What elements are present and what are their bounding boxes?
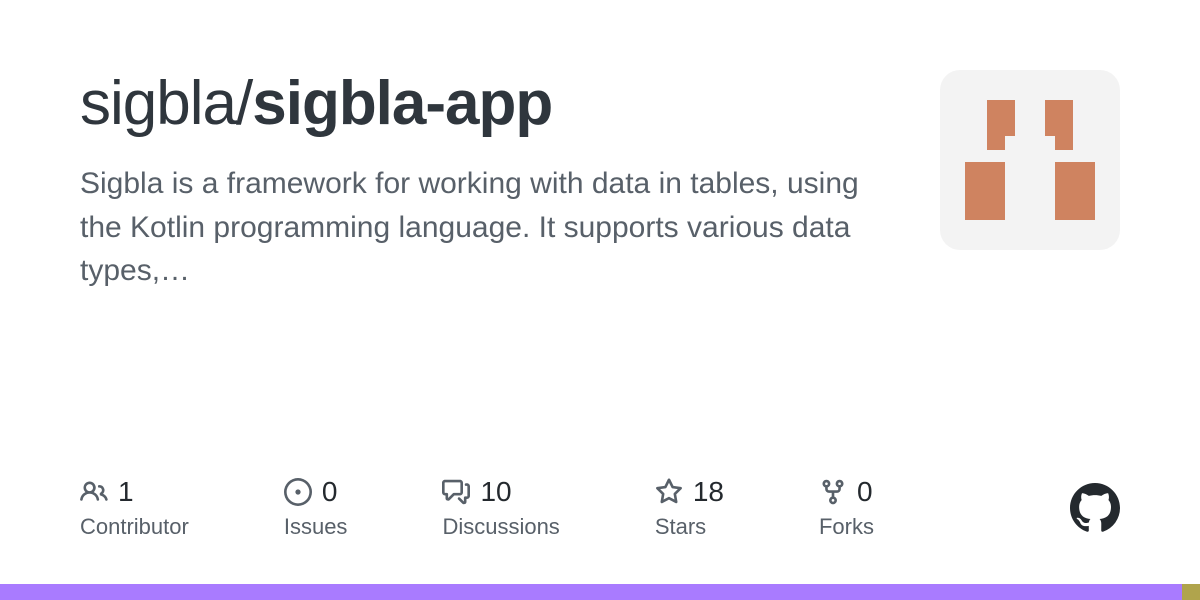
contributors-count: 1 bbox=[118, 476, 134, 508]
contributors-label: Contributor bbox=[80, 514, 189, 540]
people-icon bbox=[80, 478, 108, 506]
discussions-label: Discussions bbox=[442, 514, 559, 540]
header-row: sigbla/sigbla-app Sigbla is a framework … bbox=[80, 70, 1120, 293]
stat-stars[interactable]: 18 Stars bbox=[655, 476, 724, 540]
stats-row: 1 Contributor 0 Issues 10 Discussions bbox=[80, 476, 1120, 540]
repo-title[interactable]: sigbla/sigbla-app bbox=[80, 70, 900, 138]
stars-count: 18 bbox=[693, 476, 724, 508]
repo-name: sigbla-app bbox=[252, 69, 552, 138]
discussions-count: 10 bbox=[480, 476, 511, 508]
repo-description: Sigbla is a framework for working with d… bbox=[80, 162, 900, 293]
slash: / bbox=[236, 69, 252, 138]
repo-avatar[interactable] bbox=[940, 70, 1120, 250]
stat-discussions[interactable]: 10 Discussions bbox=[442, 476, 559, 540]
language-bar bbox=[0, 584, 1200, 600]
repo-owner: sigbla bbox=[80, 69, 236, 138]
forks-count: 0 bbox=[857, 476, 873, 508]
text-block: sigbla/sigbla-app Sigbla is a framework … bbox=[80, 70, 940, 293]
stat-contributors[interactable]: 1 Contributor bbox=[80, 476, 189, 540]
discussions-icon bbox=[442, 478, 470, 506]
language-segment-primary bbox=[0, 584, 1182, 600]
stat-issues[interactable]: 0 Issues bbox=[284, 476, 348, 540]
repo-card: sigbla/sigbla-app Sigbla is a framework … bbox=[0, 0, 1200, 600]
language-segment-secondary bbox=[1182, 584, 1200, 600]
issue-icon bbox=[284, 478, 312, 506]
stars-label: Stars bbox=[655, 514, 724, 540]
star-icon bbox=[655, 478, 683, 506]
github-logo-icon[interactable] bbox=[1070, 483, 1120, 533]
forks-label: Forks bbox=[819, 514, 874, 540]
issues-count: 0 bbox=[322, 476, 338, 508]
avatar-icon bbox=[965, 100, 1095, 220]
issues-label: Issues bbox=[284, 514, 348, 540]
stat-forks[interactable]: 0 Forks bbox=[819, 476, 874, 540]
fork-icon bbox=[819, 478, 847, 506]
